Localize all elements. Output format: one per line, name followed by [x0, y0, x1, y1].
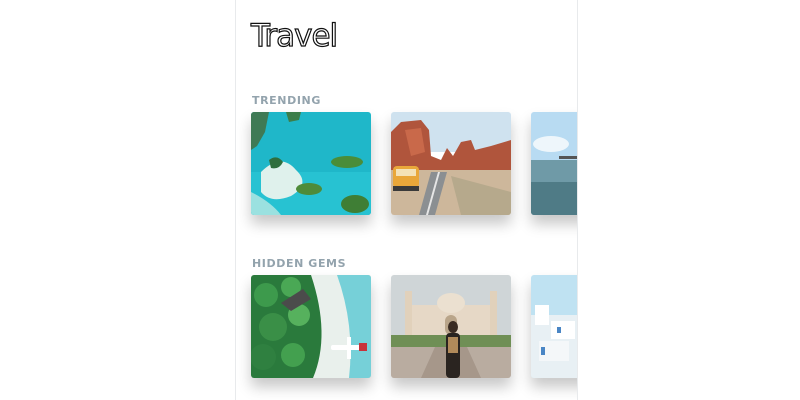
card-image	[531, 275, 577, 378]
card-image	[251, 112, 371, 215]
card-tropical-beach-seaplane[interactable]	[251, 275, 371, 378]
card-palace-walkway[interactable]	[391, 275, 511, 378]
page-title: Travel	[250, 17, 338, 54]
section-label-hidden-gems: HIDDEN GEMS	[252, 257, 347, 270]
card-white-village-sea[interactable]	[531, 275, 577, 378]
card-image	[251, 275, 371, 378]
card-lake-pier[interactable]	[531, 112, 577, 215]
card-aerial-lagoon-islands[interactable]	[251, 112, 371, 215]
card-image	[391, 275, 511, 378]
card-desert-road-van[interactable]	[391, 112, 511, 215]
card-row-trending[interactable]	[251, 112, 577, 216]
card-image	[531, 112, 577, 215]
card-row-hidden-gems[interactable]	[251, 275, 577, 379]
app-screen: Travel TRENDING HIDDEN GEMS	[235, 0, 578, 400]
card-image	[391, 112, 511, 215]
section-label-trending: TRENDING	[252, 94, 321, 107]
